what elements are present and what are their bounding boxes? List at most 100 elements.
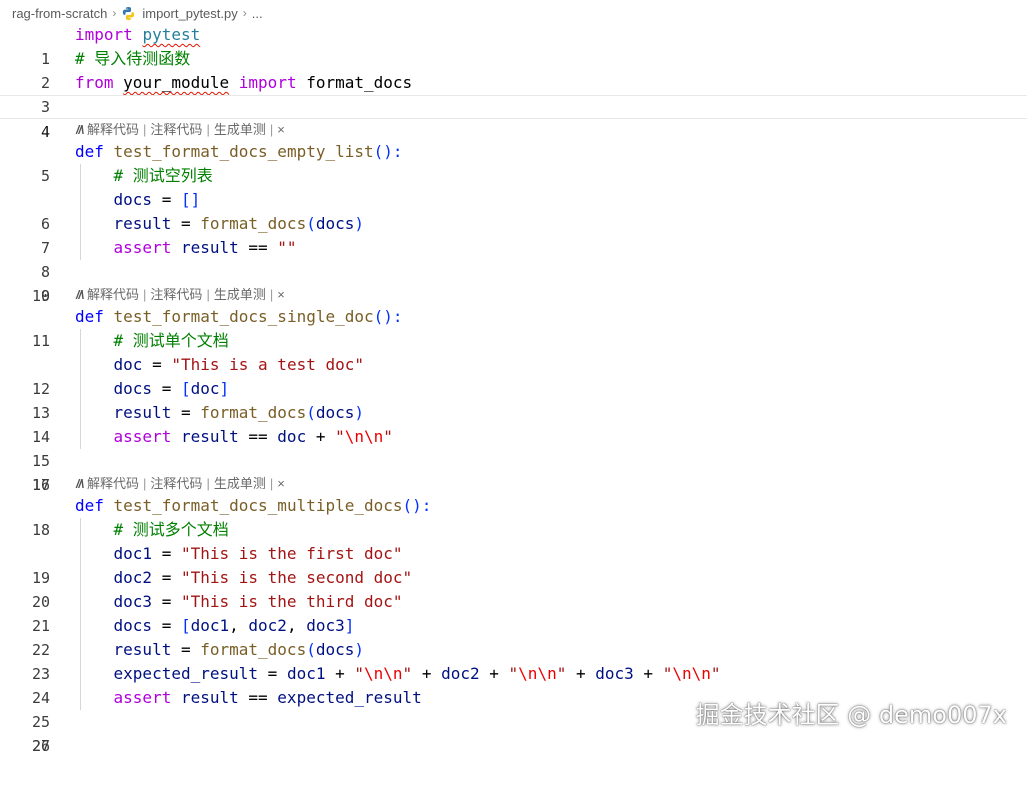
- code-line[interactable]: 15 result = format_docs(docs): [0, 401, 1027, 470]
- code-comment: # 测试单个文档: [113, 331, 229, 350]
- code-token: =: [152, 616, 181, 635]
- code-token: format_docs: [200, 640, 307, 659]
- code-token: doc: [113, 355, 143, 374]
- code-token: doc1: [286, 664, 326, 683]
- code-line[interactable]: 1 import pytest: [0, 23, 1027, 68]
- code-token: expected_result: [113, 664, 259, 683]
- code-token: format_docs: [306, 73, 413, 92]
- codelens-unittest[interactable]: 生成单测: [214, 287, 266, 302]
- code-line[interactable]: 25 expected_result = doc1 + "\n\n" + doc…: [0, 662, 1027, 731]
- code-token: ]: [219, 379, 230, 398]
- breadcrumb-more[interactable]: ...: [252, 6, 263, 21]
- code-line[interactable]: 18 def test_format_docs_multiple_docs():: [0, 494, 1027, 539]
- code-token: +: [412, 664, 442, 683]
- code-token: ): [354, 640, 365, 659]
- code-line[interactable]: 14 docs = [doc]: [0, 377, 1027, 446]
- code-token: result: [180, 427, 239, 446]
- code-token: []: [180, 190, 201, 209]
- code-line[interactable]: 9 assert result == "": [0, 236, 1027, 305]
- code-token: =: [152, 190, 181, 209]
- code-line[interactable]: 17: [0, 449, 1027, 494]
- code-line[interactable]: 16 assert result == doc + "\n\n": [0, 425, 1027, 494]
- code-line[interactable]: 11 def test_format_docs_single_doc():: [0, 305, 1027, 350]
- codelens-comment[interactable]: 注释代码: [150, 287, 202, 302]
- code-token: import: [238, 73, 297, 92]
- code-line-current[interactable]: 4: [0, 95, 1027, 141]
- code-line[interactable]: 19 # 测试多个文档: [0, 518, 1027, 587]
- code-line[interactable]: 12 # 测试单个文档: [0, 329, 1027, 398]
- codelens-explain[interactable]: 解释代码: [87, 122, 139, 137]
- code-line[interactable]: 2 # 导入待测函数: [0, 47, 1027, 92]
- code-token: def: [75, 307, 104, 326]
- code-token: ": [383, 427, 393, 446]
- code-token: result: [180, 688, 239, 707]
- ai-assistant-logo-icon: //\: [76, 477, 84, 491]
- code-line[interactable]: 24 result = format_docs(docs): [0, 638, 1027, 707]
- code-token: docs: [315, 640, 355, 659]
- code-line[interactable]: 20 doc1 = "This is the first doc": [0, 542, 1027, 611]
- ai-assistant-logo-icon: //\: [76, 123, 84, 137]
- codelens-unittest[interactable]: 生成单测: [214, 476, 266, 491]
- code-line[interactable]: 21 doc2 = "This is the second doc": [0, 566, 1027, 635]
- code-line[interactable]: 10: [0, 260, 1027, 305]
- code-line[interactable]: 22 doc3 = "This is the third doc": [0, 590, 1027, 659]
- code-line[interactable]: 8 result = format_docs(docs): [0, 212, 1027, 281]
- code-token: ():: [373, 307, 403, 326]
- code-token: ": [354, 664, 365, 683]
- code-token: +: [306, 427, 336, 446]
- code-line[interactable]: 7 docs = []: [0, 188, 1027, 257]
- code-token: ": [556, 664, 567, 683]
- code-token: format_docs: [200, 403, 307, 422]
- code-line[interactable]: 3 from your_module import format_docs: [0, 71, 1027, 116]
- code-token: import: [75, 25, 133, 44]
- close-icon[interactable]: ×: [277, 287, 285, 302]
- codelens-comment[interactable]: 注释代码: [150, 122, 202, 137]
- codelens-bar: //\ 解释代码 | 注释代码 | 生成单测 | ×: [76, 122, 285, 137]
- code-line[interactable]: 5 def test_format_docs_empty_list():: [0, 140, 1027, 185]
- code-token: result: [113, 403, 172, 422]
- code-line[interactable]: 13 doc = "This is a test doc": [0, 353, 1027, 422]
- code-token: ():: [402, 496, 432, 515]
- code-token: ): [354, 403, 365, 422]
- breadcrumb-folder[interactable]: rag-from-scratch: [12, 6, 107, 21]
- code-token: doc1: [113, 544, 153, 563]
- code-token: result: [113, 214, 172, 233]
- codelens-unittest[interactable]: 生成单测: [214, 122, 266, 137]
- code-token: doc: [190, 379, 220, 398]
- code-token: pytest: [142, 25, 201, 44]
- breadcrumb-file[interactable]: import_pytest.py: [142, 6, 237, 21]
- code-editor[interactable]: 1 import pytest 2 # 导入待测函数 3 from your_m…: [0, 23, 1027, 755]
- code-token: format_docs: [200, 214, 307, 233]
- code-line[interactable]: 6 # 测试空列表: [0, 164, 1027, 233]
- code-token: +: [566, 664, 596, 683]
- code-token: test_format_docs_empty_list: [113, 142, 374, 161]
- code-token: "This is a test doc": [171, 355, 364, 374]
- code-token: ():: [373, 142, 403, 161]
- code-token: ==: [238, 238, 278, 257]
- code-line[interactable]: 23 docs = [doc1, doc2, doc3]: [0, 614, 1027, 683]
- code-token: [: [180, 616, 191, 635]
- code-token: doc3: [595, 664, 634, 683]
- code-token: expected_result: [277, 688, 422, 707]
- code-token: test_format_docs_single_doc: [113, 307, 374, 326]
- code-token: test_format_docs_multiple_docs: [113, 496, 403, 515]
- code-token: ": [508, 664, 519, 683]
- codelens-comment[interactable]: 注释代码: [150, 476, 202, 491]
- code-token: =: [171, 403, 201, 422]
- close-icon[interactable]: ×: [277, 476, 285, 491]
- code-token: \n\n: [672, 664, 711, 683]
- code-token: def: [75, 142, 104, 161]
- code-token: =: [152, 568, 181, 587]
- close-icon[interactable]: ×: [277, 122, 285, 137]
- code-token: assert: [113, 688, 172, 707]
- code-token: assert: [113, 427, 172, 446]
- code-token: =: [258, 664, 287, 683]
- codelens-explain[interactable]: 解释代码: [87, 287, 139, 302]
- codelens-bar: //\ 解释代码 | 注释代码 | 生成单测 | ×: [76, 287, 285, 302]
- ai-assistant-logo-icon: //\: [76, 288, 84, 302]
- code-token: ]: [344, 616, 355, 635]
- code-token: "": [277, 238, 297, 257]
- code-token: ": [710, 664, 721, 683]
- code-token: result: [180, 238, 239, 257]
- codelens-explain[interactable]: 解释代码: [87, 476, 139, 491]
